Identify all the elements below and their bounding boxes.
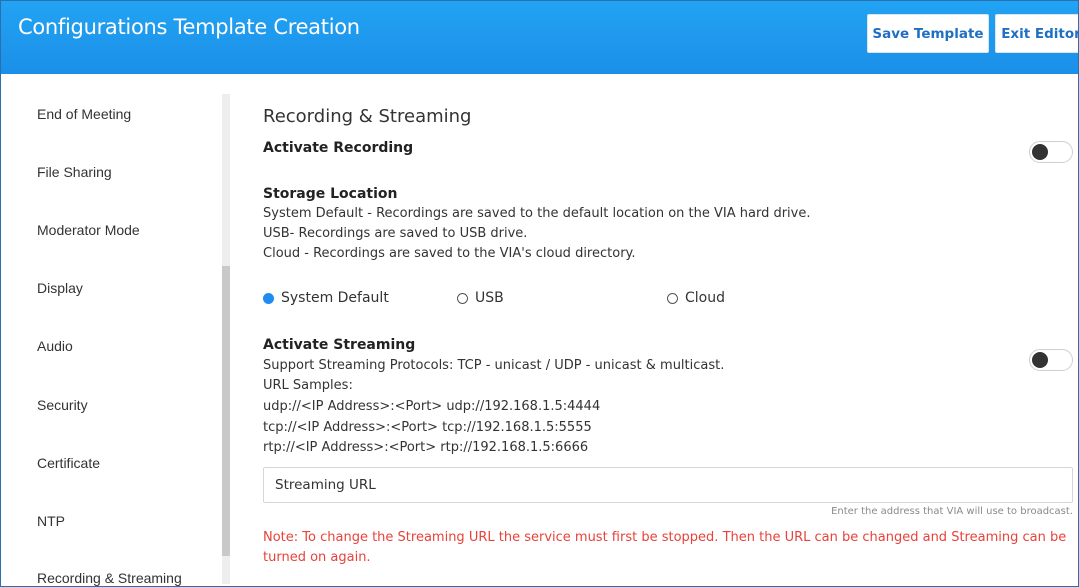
- storage-option-usb[interactable]: USB: [457, 290, 504, 306]
- storage-desc-line: System Default - Recordings are saved to…: [263, 206, 811, 221]
- exit-editor-button[interactable]: Exit Editor: [995, 14, 1078, 53]
- radio-checked-icon: [263, 292, 274, 304]
- page-title: Configurations Template Creation: [18, 15, 360, 39]
- storage-option-cloud[interactable]: Cloud: [667, 290, 725, 306]
- radio-unchecked-icon: [667, 292, 678, 304]
- sidebar-item-file-sharing[interactable]: File Sharing: [37, 164, 112, 180]
- radio-label: Cloud: [685, 290, 725, 306]
- sidebar-scrollbar-thumb[interactable]: [222, 266, 230, 556]
- radio-unchecked-icon: [457, 292, 468, 304]
- toggle-knob: [1032, 352, 1048, 368]
- sidebar-item-certificate[interactable]: Certificate: [37, 455, 100, 471]
- url-sample-tcp: tcp://<IP Address>:<Port> tcp://192.168.…: [263, 420, 592, 435]
- sidebar-item-ntp[interactable]: NTP: [37, 513, 65, 529]
- activate-streaming-toggle[interactable]: [1029, 349, 1073, 371]
- sidebar-scrollbar-track[interactable]: [222, 94, 230, 584]
- activate-recording-toggle[interactable]: [1029, 141, 1073, 163]
- sidebar-item-recording-streaming[interactable]: Recording & Streaming: [37, 570, 182, 586]
- storage-desc-line: Cloud - Recordings are saved to the VIA'…: [263, 246, 636, 261]
- header-bar: Configurations Template Creation Save Te…: [1, 1, 1078, 74]
- app-window: Configurations Template Creation Save Te…: [0, 0, 1079, 587]
- streaming-url-note: Note: To change the Streaming URL the se…: [263, 530, 1067, 565]
- storage-location-radio-group: System Default USB Cloud: [263, 290, 783, 310]
- sidebar-item-moderator-mode[interactable]: Moderator Mode: [37, 222, 140, 238]
- sidebar: End of Meeting File Sharing Moderator Mo…: [1, 74, 230, 586]
- radio-label: USB: [475, 290, 504, 306]
- toggle-knob: [1032, 144, 1048, 160]
- url-sample-udp: udp://<IP Address>:<Port> udp://192.168.…: [263, 399, 601, 414]
- streaming-url-input[interactable]: [263, 467, 1073, 503]
- sidebar-item-audio[interactable]: Audio: [37, 338, 73, 354]
- streaming-url-hint: Enter the address that VIA will use to b…: [831, 506, 1073, 517]
- streaming-protocols-text: Support Streaming Protocols: TCP - unica…: [263, 358, 725, 373]
- storage-desc-line: USB- Recordings are saved to USB drive.: [263, 226, 528, 241]
- storage-option-system-default[interactable]: System Default: [263, 290, 389, 306]
- main-content: Recording & Streaming Activate Recording…: [263, 74, 1075, 586]
- url-sample-rtp: rtp://<IP Address>:<Port> rtp://192.168.…: [263, 440, 589, 455]
- radio-label: System Default: [281, 290, 389, 306]
- activate-streaming-label: Activate Streaming: [263, 337, 416, 353]
- storage-location-title: Storage Location: [263, 186, 398, 202]
- activate-recording-label: Activate Recording: [263, 140, 414, 156]
- sidebar-item-security[interactable]: Security: [37, 397, 88, 413]
- section-title: Recording & Streaming: [263, 106, 472, 127]
- url-samples-label: URL Samples:: [263, 378, 353, 393]
- save-template-button[interactable]: Save Template: [867, 14, 989, 53]
- sidebar-item-end-of-meeting[interactable]: End of Meeting: [37, 106, 131, 122]
- sidebar-item-display[interactable]: Display: [37, 280, 83, 296]
